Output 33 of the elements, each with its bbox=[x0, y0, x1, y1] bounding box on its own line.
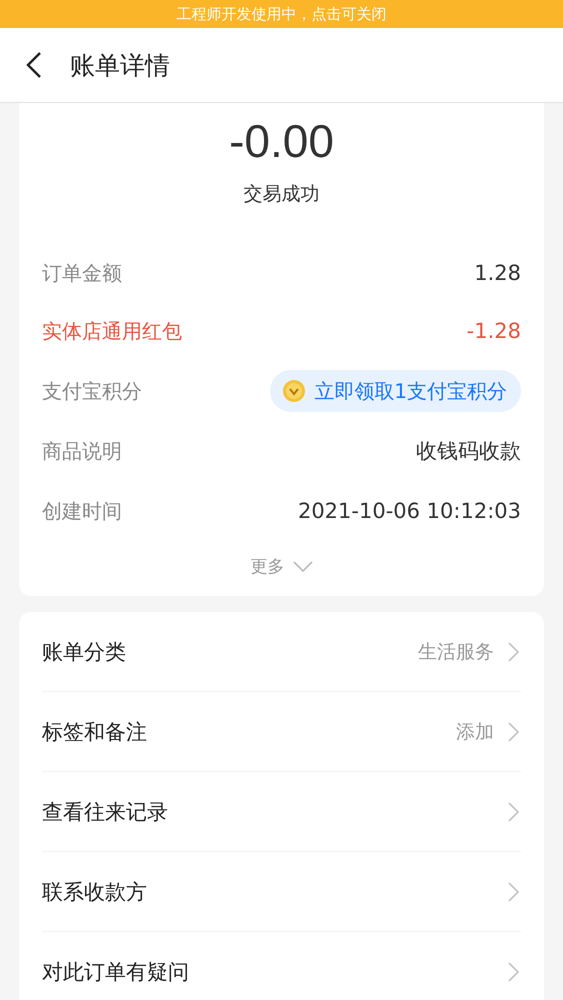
action-value: 添加 bbox=[456, 720, 494, 744]
amount-text: -0.00 bbox=[229, 114, 334, 169]
detail-value: -1.28 bbox=[466, 319, 521, 343]
back-icon[interactable] bbox=[26, 52, 42, 78]
action-row[interactable]: 联系收款方 bbox=[42, 851, 521, 931]
chevron-right-icon bbox=[508, 642, 519, 662]
action-row[interactable]: 标签和备注 添加 bbox=[42, 691, 521, 771]
action-row[interactable]: 账单分类 生活服务 bbox=[42, 612, 521, 691]
chevron-right-icon bbox=[508, 882, 519, 902]
detail-label: 订单金额 bbox=[42, 260, 122, 286]
action-row[interactable]: 查看往来记录 bbox=[42, 771, 521, 851]
detail-value: 收钱码收款 bbox=[416, 438, 521, 465]
action-label: 账单分类 bbox=[42, 638, 127, 666]
page-title: 账单详情 bbox=[70, 50, 170, 82]
detail-label: 支付宝积分 bbox=[42, 378, 142, 404]
chevron-right-icon bbox=[508, 722, 519, 742]
coin-icon bbox=[282, 379, 306, 403]
action-label: 对此订单有疑问 bbox=[42, 958, 190, 986]
chevron-right-icon bbox=[508, 802, 519, 822]
action-label: 查看往来记录 bbox=[42, 798, 169, 826]
detail-value: 1.28 bbox=[474, 261, 521, 285]
action-value: 生活服务 bbox=[418, 640, 494, 664]
action-label: 联系收款方 bbox=[42, 878, 148, 906]
detail-label: 创建时间 bbox=[42, 498, 122, 524]
points-button[interactable]: 立即领取1支付宝积分 bbox=[270, 370, 521, 412]
detail-label: 实体店通用红包 bbox=[42, 318, 182, 344]
detail-label: 商品说明 bbox=[42, 438, 122, 464]
detail-value: 2021-10-06 10:12:03 bbox=[298, 499, 521, 523]
chevron-right-icon bbox=[508, 962, 519, 982]
action-label: 标签和备注 bbox=[42, 718, 148, 746]
status-text: 交易成功 bbox=[244, 182, 320, 207]
chevron-down-icon bbox=[292, 561, 312, 572]
action-row[interactable]: 对此订单有疑问 bbox=[42, 931, 521, 1000]
